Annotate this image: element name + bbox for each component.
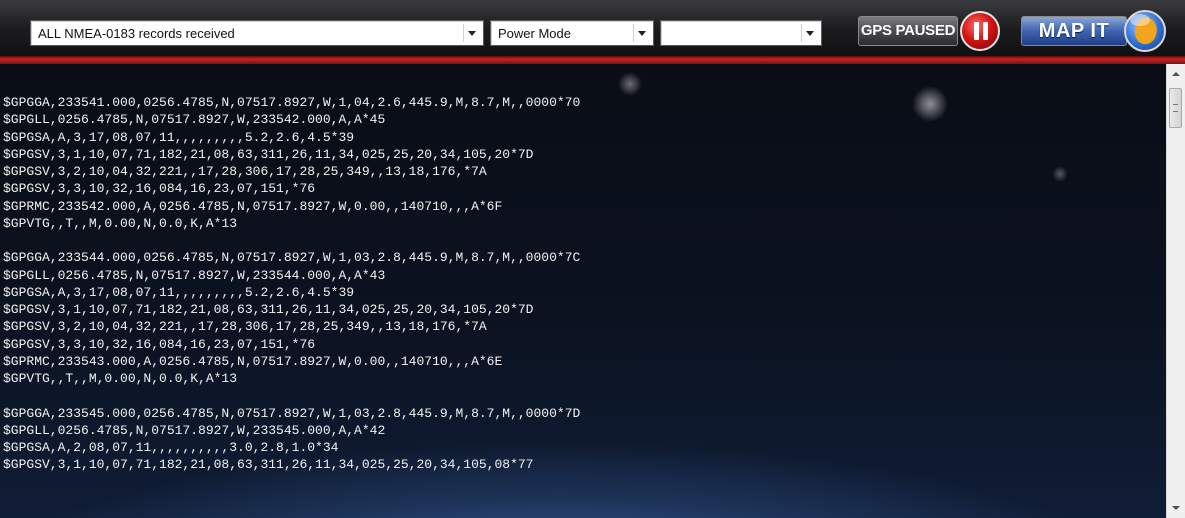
log-line: $GPVTG,,T,,M,0.00,N,0.0,K,A*13 [3,215,238,231]
log-line: $GPGGA,233544.000,0256.4785,N,07517.8927… [3,250,581,266]
third-dropdown[interactable] [660,20,822,46]
log-line: $GPGLL,0256.4785,N,07517.8927,W,233542.0… [3,112,386,128]
chevron-down-icon[interactable] [463,24,480,42]
log-line: $GPGSV,3,2,10,04,32,221,,17,28,306,17,28… [3,164,487,179]
nmea-log-panel[interactable]: $GPGGA,233541.000,0256.4785,N,07517.8927… [0,64,1166,518]
log-blank-line [3,387,580,404]
nmea-log-text: $GPGGA,233541.000,0256.4785,N,07517.8927… [3,94,580,474]
log-line: $GPRMC,233542.000,A,0256.4785,N,07517.89… [3,198,503,214]
mode-value: Power Mode [498,26,571,41]
log-line: $GPGSA,A,3,17,08,07,11,,,,,,,,,5.2,2.6,4… [3,129,355,145]
pause-bar-left [974,22,979,40]
record-filter-value: ALL NMEA-0183 records received [38,26,235,41]
log-blank-line [3,232,580,249]
gps-paused-button[interactable]: GPS PAUSED [858,16,958,46]
toolbar-divider [0,56,1185,64]
map-it-button[interactable]: MAP IT [1021,16,1127,46]
log-line: $GPGSV,3,3,10,32,16,084,16,23,07,151,*76 [3,181,316,197]
record-filter-dropdown[interactable]: ALL NMEA-0183 records received [30,20,484,46]
scroll-thumb[interactable] [1169,88,1182,128]
log-line: $GPGSV,3,1,10,07,71,182,21,08,63,311,26,… [3,146,534,162]
log-line: $GPRMC,233543.000,A,0256.4785,N,07517.89… [3,353,503,369]
scroll-down-arrow-icon[interactable] [1167,499,1185,516]
log-line: $GPGGA,233541.000,0256.4785,N,07517.8927… [3,95,581,110]
log-line: $GPGSV,3,3,10,32,16,084,16,23,07,151,*76 [3,336,316,352]
pause-icon[interactable] [960,11,1000,51]
log-line: $GPGSA,A,2,08,07,11,,,,,,,,,,3.0,2.8,1.0… [3,440,339,455]
log-line: $GPGSV,3,1,10,07,71,182,21,08,63,311,26,… [3,302,534,317]
log-line: $GPGLL,0256.4785,N,07517.8927,W,233545.0… [3,422,386,438]
mode-dropdown[interactable]: Power Mode [490,20,654,46]
chevron-down-icon[interactable] [633,24,650,42]
log-line: $GPGSA,A,3,17,08,07,11,,,,,,,,,5.2,2.6,4… [3,284,355,300]
scroll-up-arrow-icon[interactable] [1167,66,1185,83]
log-line: $GPGLL,0256.4785,N,07517.8927,W,233544.0… [3,267,386,283]
chevron-down-icon[interactable] [801,24,818,42]
toolbar: ALL NMEA-0183 records received Power Mod… [0,0,1185,62]
log-line: $GPGGA,233545.000,0256.4785,N,07517.8927… [3,405,581,421]
vertical-scrollbar[interactable] [1166,64,1185,518]
log-line: $GPGSV,3,1,10,07,71,182,21,08,63,311,26,… [3,457,534,473]
log-line: $GPVTG,,T,,M,0.00,N,0.0,K,A*13 [3,371,238,386]
log-line: $GPGSV,3,2,10,04,32,221,,17,28,306,17,28… [3,319,487,335]
pause-bar-right [983,22,988,40]
globe-icon[interactable] [1124,10,1166,52]
